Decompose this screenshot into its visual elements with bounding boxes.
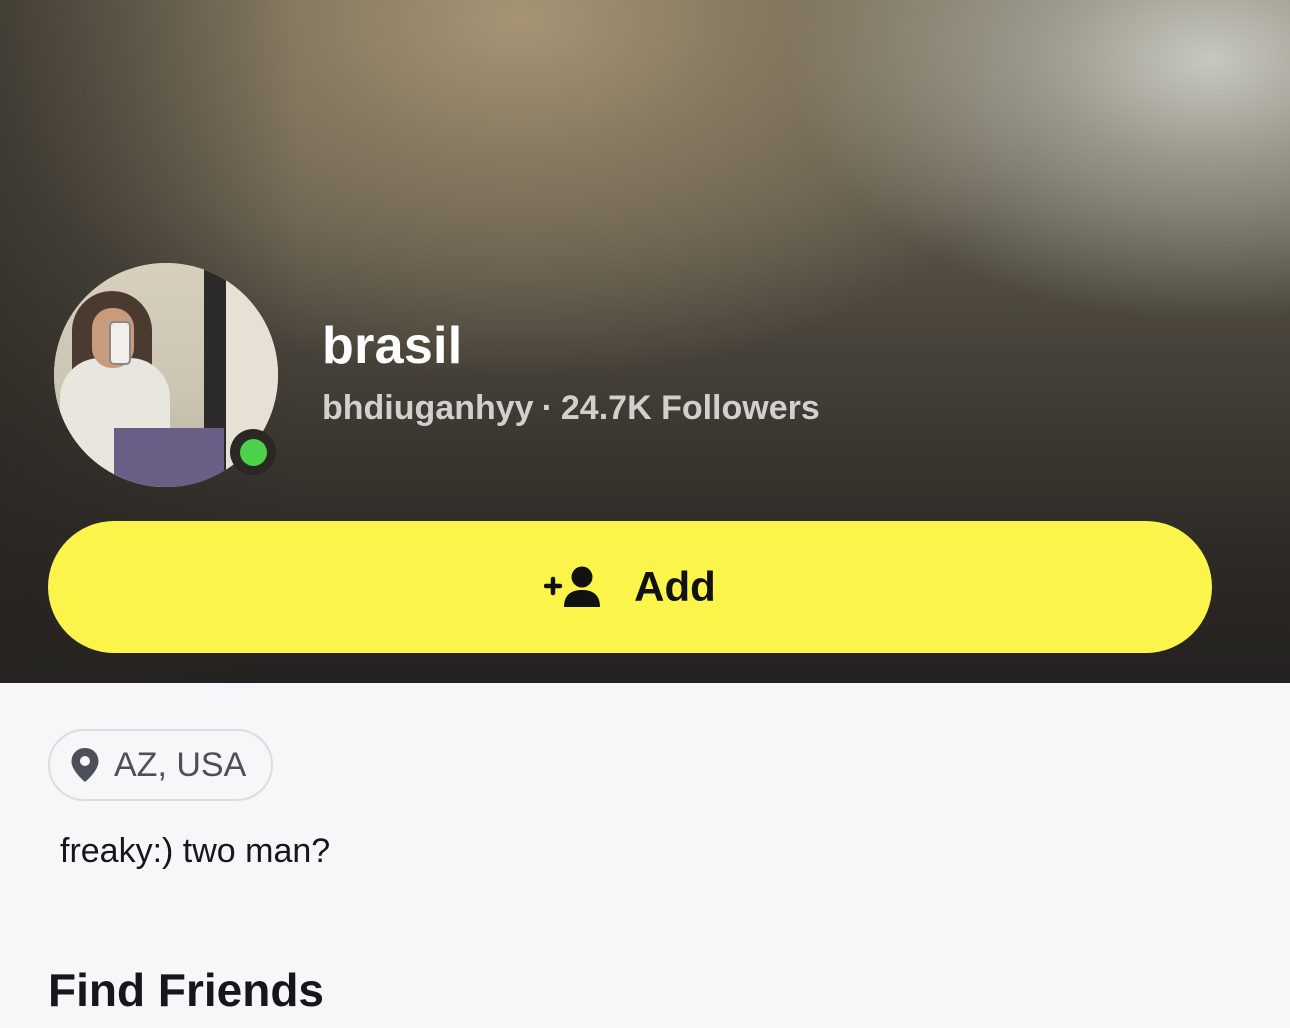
find-friends-title: Find Friends — [48, 964, 324, 1016]
location-pin-icon — [71, 748, 99, 782]
location-chip[interactable]: AZ, USA — [48, 729, 273, 801]
profile-subline: bhdiuganhyy · 24.7K Followers — [322, 389, 820, 428]
display-name: brasil — [322, 317, 463, 375]
username[interactable]: bhdiuganhyy — [322, 389, 534, 427]
avatar-blanket — [114, 428, 224, 487]
add-button-label: Add — [634, 563, 716, 610]
followers-count[interactable]: 24.7K Followers — [561, 389, 820, 427]
profile-bio: freaky:) two man? — [60, 832, 331, 870]
subline-separator: · — [541, 389, 553, 427]
avatar-container[interactable] — [54, 263, 280, 489]
online-status-indicator — [230, 429, 276, 475]
location-label: AZ, USA — [114, 745, 247, 784]
online-dot — [239, 438, 267, 466]
add-friend-icon — [544, 566, 601, 607]
add-friend-button[interactable]: Add — [48, 521, 1212, 653]
avatar-phone — [109, 321, 131, 365]
profile-header: brasil bhdiuganhyy · 24.7K Followers Add — [0, 0, 1290, 683]
